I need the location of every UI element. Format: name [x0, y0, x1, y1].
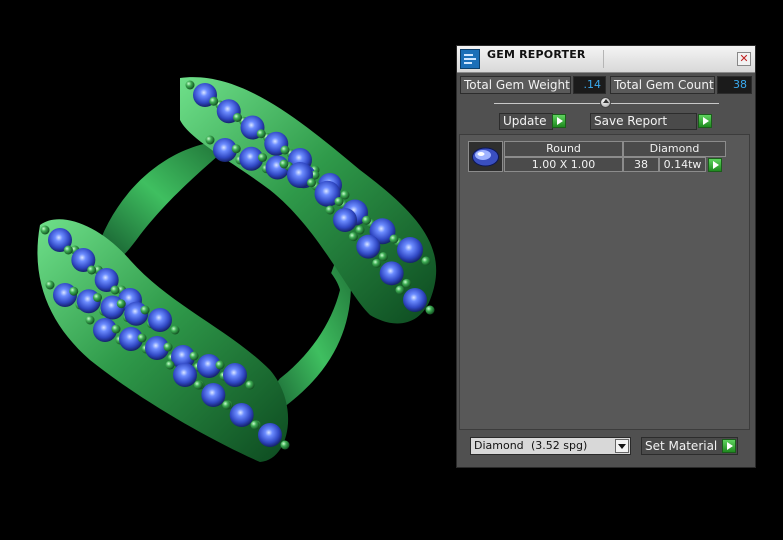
gem-prong — [116, 299, 126, 309]
gem-reporter-logo-icon — [460, 49, 480, 69]
total-gem-weight-label: Total Gem Weight — [460, 76, 571, 94]
gem-prong — [163, 342, 173, 352]
gem-prong — [63, 245, 73, 255]
gem-stone[interactable] — [201, 383, 226, 407]
gem-stone[interactable] — [333, 208, 357, 232]
update-play-icon[interactable] — [552, 114, 566, 128]
gem-prong — [85, 315, 95, 325]
gem-prong — [193, 380, 203, 390]
save-report-button-label: Save Report — [594, 114, 668, 128]
gem-stone[interactable] — [229, 403, 254, 427]
gem-prong — [205, 135, 215, 145]
gem-prong — [209, 96, 219, 106]
gem-prong — [110, 285, 120, 295]
panel-title: GEM REPORTER — [487, 48, 586, 61]
gem-stone[interactable] — [148, 308, 172, 332]
gem-prong — [378, 252, 388, 262]
gem-shape-cell: Round — [504, 141, 623, 157]
gem-size-cell: 1.00 X 1.00 — [504, 157, 623, 172]
gem-material-cell: Diamond — [623, 141, 726, 157]
gem-prong — [111, 324, 121, 334]
gem-prong — [280, 440, 290, 450]
update-button-label: Update — [503, 114, 547, 128]
gem-prong — [222, 400, 232, 410]
close-icon[interactable]: ✕ — [737, 52, 751, 66]
gem-prong — [233, 113, 242, 122]
gem-prong — [87, 265, 97, 275]
gem-prong — [402, 278, 412, 288]
set-material-button-label: Set Material — [645, 439, 718, 453]
gem-prong — [355, 225, 365, 235]
gem-report-list[interactable]: Round Diamond 1.00 X 1.00 38 0.14tw — [459, 134, 750, 430]
gem-prong — [256, 129, 266, 139]
viewport-3d[interactable] — [0, 0, 456, 536]
save-report-play-icon[interactable] — [698, 114, 712, 128]
gem-prong — [372, 258, 382, 268]
gem-prong — [69, 286, 79, 296]
total-gem-count-label: Total Gem Count — [610, 76, 715, 94]
gem-stone[interactable] — [223, 363, 247, 387]
gem-stone[interactable] — [397, 237, 423, 263]
gem-stone[interactable] — [403, 288, 427, 312]
gem-prong — [40, 225, 50, 235]
gem-prong — [258, 153, 267, 162]
gem-prong — [170, 325, 180, 335]
chevron-down-icon[interactable] — [615, 439, 629, 453]
gem-prong — [185, 80, 195, 90]
gem-prong — [165, 360, 175, 370]
save-report-button[interactable]: Save Report — [590, 113, 697, 130]
gem-prong — [93, 293, 102, 302]
gem-prong — [348, 232, 358, 242]
gem-prong — [215, 360, 225, 370]
gem-row-play-icon[interactable] — [708, 158, 722, 172]
material-select-spg: (3.52 spg) — [531, 439, 588, 452]
gem-prong — [325, 205, 335, 215]
gem-prong — [250, 420, 260, 430]
gem-prong — [425, 305, 435, 315]
material-select[interactable]: Diamond (3.52 spg) — [470, 437, 631, 455]
gem-prong — [421, 256, 431, 266]
total-gem-weight-value: .14 — [573, 76, 606, 94]
gem-prong — [362, 215, 371, 225]
gem-stone[interactable] — [356, 234, 381, 259]
gem-prong — [334, 197, 344, 206]
gem-prong — [189, 351, 199, 361]
gem-prong — [280, 145, 290, 155]
update-button[interactable]: Update — [499, 113, 553, 130]
gem-prong — [245, 380, 255, 390]
gem-reporter-panel: GEM REPORTER ✕ Total Gem Weight .14 Tota… — [456, 45, 756, 468]
panel-resize-handle[interactable] — [600, 97, 611, 108]
gem-count-cell: 38 — [623, 157, 659, 172]
gem-stone[interactable] — [258, 423, 282, 447]
total-gem-count-value: 38 — [717, 76, 752, 94]
gem-prong — [395, 285, 405, 295]
gem-prong — [140, 305, 150, 315]
ring-model[interactable] — [0, 0, 456, 536]
gem-prong — [307, 178, 316, 188]
title-divider — [603, 50, 604, 68]
gem-prong — [279, 159, 289, 169]
material-select-name: Diamond — [474, 439, 524, 452]
gem-stone[interactable] — [379, 261, 404, 286]
gem-weight-cell: 0.14tw — [659, 157, 706, 172]
gem-prong — [45, 280, 55, 290]
round-gem-icon — [468, 141, 503, 172]
gem-prong — [137, 333, 147, 343]
title-bar[interactable]: GEM REPORTER ✕ — [457, 46, 755, 73]
set-material-play-icon[interactable] — [722, 439, 736, 453]
gem-stone[interactable] — [173, 363, 197, 387]
gem-prong — [231, 144, 241, 154]
gem-prong — [389, 234, 399, 244]
